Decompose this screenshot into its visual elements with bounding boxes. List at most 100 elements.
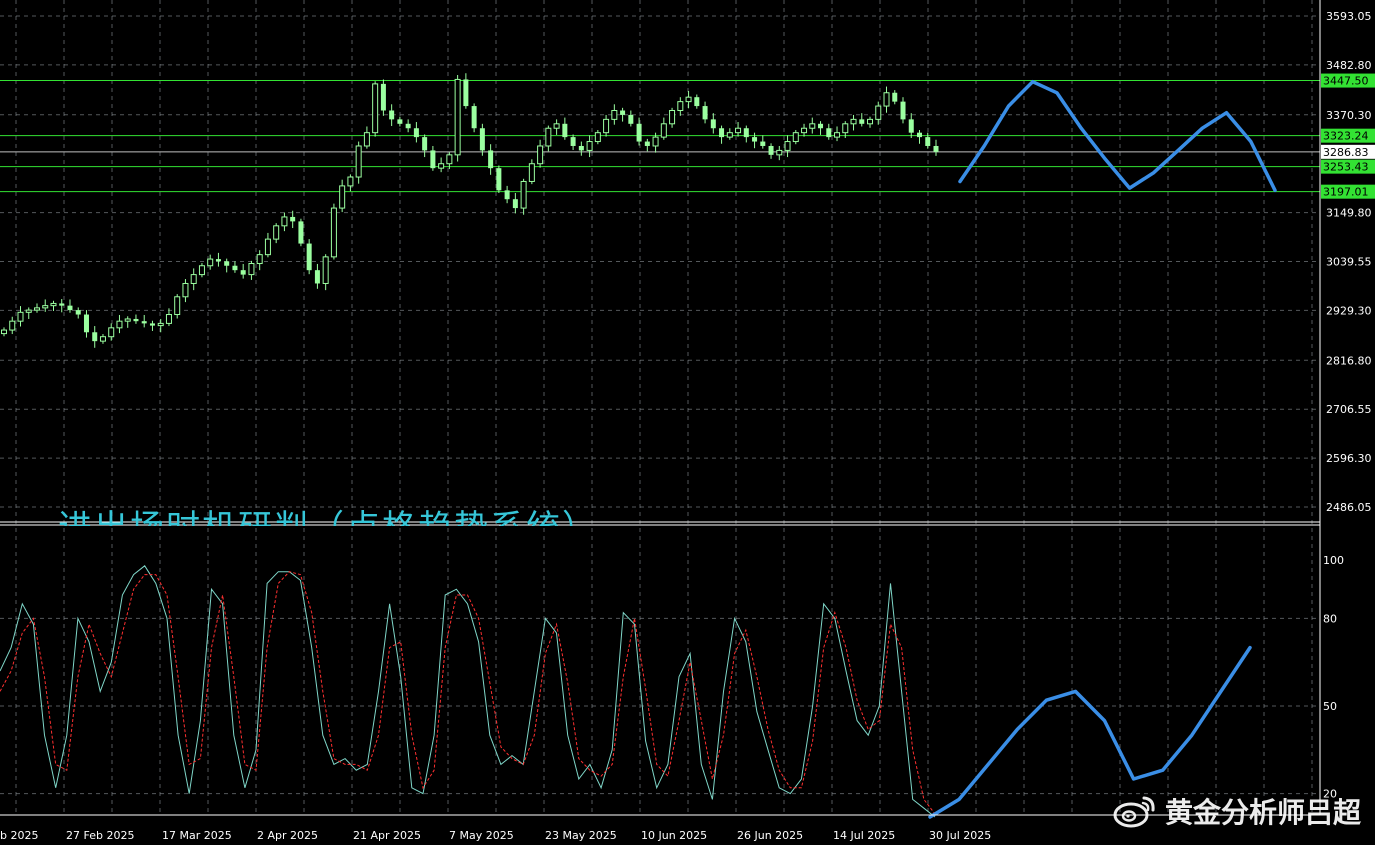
candle-body bbox=[339, 185, 346, 209]
candle-body bbox=[83, 314, 89, 333]
candle-body bbox=[17, 311, 24, 322]
candle-body bbox=[314, 270, 320, 284]
candle-body bbox=[430, 150, 436, 169]
candle-body bbox=[925, 137, 931, 146]
watermark: 黄金分析师吕超 bbox=[1113, 791, 1361, 831]
candle-body bbox=[553, 123, 560, 129]
level-tag-label: 3447.50 bbox=[1323, 75, 1369, 88]
y-tick-label: 100 bbox=[1323, 554, 1344, 567]
candle-body bbox=[875, 105, 882, 120]
candle-body bbox=[92, 332, 98, 342]
y-tick-label: 50 bbox=[1323, 700, 1337, 713]
candle-body bbox=[397, 119, 403, 124]
candle-body bbox=[422, 137, 428, 151]
candle-body bbox=[784, 141, 791, 151]
candle-body bbox=[363, 132, 370, 147]
x-tick-label: 10 Jun 2025 bbox=[641, 829, 707, 842]
candle-body bbox=[389, 110, 395, 120]
candle-body bbox=[710, 119, 716, 129]
candle-body bbox=[182, 282, 189, 298]
candle-body bbox=[59, 303, 65, 306]
candle-body bbox=[917, 132, 923, 138]
candle-body bbox=[446, 154, 453, 165]
y-tick-label: 80 bbox=[1323, 612, 1337, 625]
stochastic-signal-line bbox=[0, 571, 936, 815]
candle-body bbox=[859, 119, 865, 124]
candle-body bbox=[660, 123, 667, 138]
candle-body bbox=[883, 92, 890, 107]
candle-body bbox=[355, 145, 362, 178]
candle-body bbox=[628, 114, 634, 124]
x-tick-label: 7 May 2025 bbox=[449, 829, 514, 842]
x-tick-label: 2 Apr 2025 bbox=[257, 829, 318, 842]
candle-body bbox=[809, 123, 816, 129]
candle-body bbox=[850, 118, 857, 125]
candle-body bbox=[603, 118, 610, 134]
candle-body bbox=[570, 137, 576, 146]
x-tick-label: 27 Feb 2025 bbox=[66, 829, 134, 842]
candle-body bbox=[413, 128, 419, 138]
candle-body bbox=[198, 265, 205, 276]
candle-body bbox=[562, 123, 568, 138]
candle-body bbox=[726, 132, 733, 138]
stochastic-main-line bbox=[0, 565, 936, 818]
candle-body bbox=[594, 132, 601, 143]
axes: 3593.05 3482.80 3370.30 3149.80 3039.55 2929.… bbox=[0, 0, 1372, 842]
candle-body bbox=[133, 318, 139, 322]
x-tick-label: 23 May 2025 bbox=[545, 829, 617, 842]
candle-body bbox=[801, 127, 808, 134]
candle-body bbox=[463, 79, 469, 107]
current-price-label: 3286.83 bbox=[1323, 146, 1369, 159]
candle-body bbox=[578, 145, 584, 151]
candle-body bbox=[537, 145, 544, 165]
y-tick-label: 2596.30 bbox=[1326, 452, 1372, 465]
y-tick-label: 3593.05 bbox=[1326, 10, 1372, 23]
candle-body bbox=[644, 141, 650, 146]
candle-body bbox=[496, 168, 502, 191]
level-tag-label: 3323.24 bbox=[1323, 130, 1369, 143]
candle-body bbox=[636, 123, 642, 142]
candle-body bbox=[256, 254, 263, 265]
candle-body bbox=[504, 190, 510, 200]
candle-body bbox=[702, 106, 708, 120]
candle-body bbox=[752, 137, 758, 142]
candle-body bbox=[867, 118, 874, 125]
candle-body bbox=[743, 128, 749, 138]
candle-body bbox=[694, 97, 700, 107]
level-tag-label: 3197.01 bbox=[1323, 186, 1369, 199]
candle-body bbox=[685, 96, 692, 103]
level-tag-label: 3253.43 bbox=[1323, 161, 1369, 174]
candle-body bbox=[75, 310, 81, 315]
candle-body bbox=[116, 320, 123, 329]
candle-body bbox=[834, 132, 841, 138]
candle-body bbox=[380, 83, 386, 111]
candle-body bbox=[174, 296, 181, 316]
candle-body bbox=[298, 221, 304, 244]
candle-body bbox=[9, 320, 16, 331]
candle-body bbox=[232, 265, 238, 271]
candle-body bbox=[760, 141, 766, 146]
candle-body bbox=[405, 123, 411, 129]
y-tick-label: 3482.80 bbox=[1326, 59, 1372, 72]
candle-body bbox=[768, 145, 774, 155]
candle-body bbox=[330, 207, 337, 258]
candle-body bbox=[306, 243, 312, 271]
candle-body bbox=[933, 145, 939, 152]
candle-body bbox=[149, 323, 155, 326]
y-tick-label: 3149.80 bbox=[1326, 207, 1372, 220]
candle-body bbox=[124, 318, 131, 322]
candle-body bbox=[826, 128, 832, 138]
candle-body bbox=[471, 106, 477, 129]
candle-body bbox=[528, 163, 535, 182]
candle-body bbox=[719, 128, 725, 138]
candle-body bbox=[190, 274, 197, 284]
candle-body bbox=[264, 238, 271, 256]
candle-body bbox=[677, 101, 684, 111]
candle-body bbox=[99, 336, 106, 342]
candle-body bbox=[273, 225, 280, 240]
candle-body bbox=[776, 149, 783, 156]
candle-body bbox=[438, 163, 445, 169]
candle-body bbox=[67, 305, 73, 311]
candle-body bbox=[520, 180, 527, 209]
y-tick-label: 2816.80 bbox=[1326, 354, 1372, 367]
